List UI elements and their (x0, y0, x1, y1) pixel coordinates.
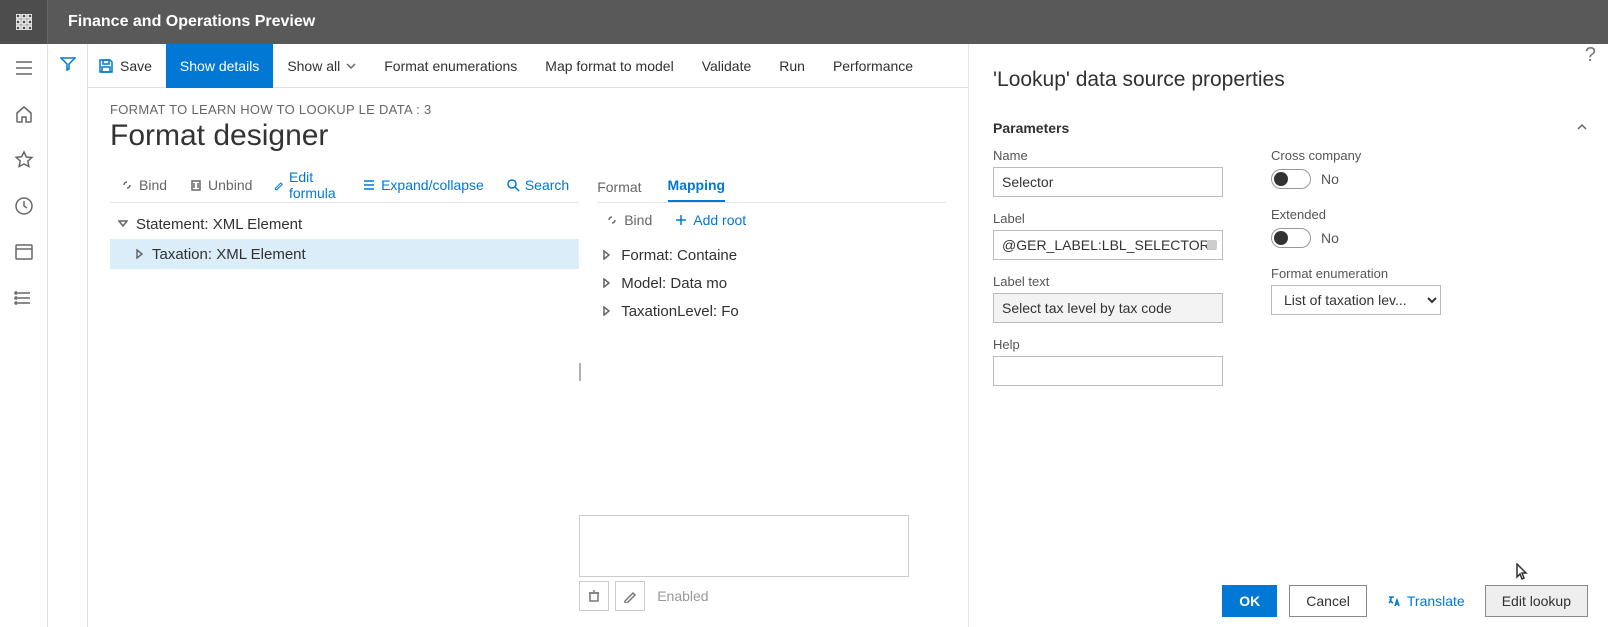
format-tree-pane: Bind Unbind Edit formula Expand/collapse… (110, 167, 579, 607)
cancel-button[interactable]: Cancel (1289, 585, 1367, 617)
edit-button[interactable] (615, 581, 645, 611)
list-item[interactable]: Format: Containe (597, 241, 946, 269)
chevron-up-icon[interactable] (1576, 120, 1588, 136)
filter-rail[interactable] (48, 44, 88, 627)
recent-icon[interactable] (14, 196, 34, 216)
filter-icon (60, 56, 76, 72)
splitter-handle[interactable] (579, 363, 583, 381)
breadcrumb: FORMAT TO LEARN HOW TO LOOKUP LE DATA : … (110, 102, 946, 117)
enabled-label: Enabled (657, 588, 708, 604)
tab-mapping[interactable]: Mapping (668, 177, 726, 202)
cross-company-toggle[interactable] (1271, 169, 1311, 189)
save-icon (98, 58, 114, 74)
nav-rail (0, 44, 48, 627)
run-button[interactable]: Run (765, 44, 819, 88)
save-label: Save (120, 58, 152, 74)
tree-root-node[interactable]: Statement: XML Element (110, 209, 579, 239)
ok-button[interactable]: OK (1222, 585, 1277, 617)
cross-company-field: Cross company No (1271, 148, 1441, 189)
panel-title: 'Lookup' data source properties (993, 68, 1588, 92)
mapping-pane: Format Mapping Bind Add root Format: Con… (579, 167, 946, 607)
section-parameters-header[interactable]: Parameters (993, 120, 1069, 136)
panel-footer: OK Cancel Translate Edit lookup (1222, 585, 1588, 617)
help-field: Help (993, 337, 1223, 386)
format-enumerations-button[interactable]: Format enumerations (370, 44, 531, 88)
name-input[interactable] (993, 167, 1223, 197)
label-input[interactable] (993, 230, 1223, 260)
twisty-open-icon (118, 219, 128, 229)
chevron-down-icon (346, 58, 356, 74)
performance-button[interactable]: Performance (819, 44, 927, 88)
workspaces-icon[interactable] (14, 242, 34, 262)
hamburger-icon[interactable] (14, 58, 34, 78)
help-input[interactable] (993, 356, 1223, 386)
label-text-field: Label text Select tax level by tax code (993, 274, 1223, 323)
name-field: Name (993, 148, 1223, 197)
list-item[interactable]: TaxationLevel: Fo (597, 297, 946, 325)
tab-format[interactable]: Format (597, 179, 641, 202)
format-enumeration-select[interactable]: List of taxation lev... (1271, 285, 1441, 315)
save-button[interactable]: Save (88, 44, 166, 88)
help-icon[interactable]: ? (1585, 44, 1596, 67)
list-item[interactable]: Model: Data mo (597, 269, 946, 297)
title-bar: Finance and Operations Preview (0, 0, 1608, 44)
format-tree: Statement: XML Element Taxation: XML Ele… (110, 209, 579, 269)
translate-button[interactable]: Translate (1379, 585, 1473, 617)
map-format-button[interactable]: Map format to model (531, 44, 687, 88)
twisty-closed-icon (134, 249, 144, 259)
bind-button[interactable]: Bind (110, 173, 177, 197)
details-box (579, 515, 909, 577)
show-details-button[interactable]: Show details (166, 44, 273, 88)
validate-button[interactable]: Validate (688, 44, 766, 88)
label-field: Label (993, 211, 1223, 260)
favorites-icon[interactable] (14, 150, 34, 170)
designer-tabs: Format Mapping (597, 167, 946, 203)
edit-lookup-button[interactable]: Edit lookup (1485, 585, 1588, 617)
info-indicator-icon (1207, 240, 1217, 250)
mapping-bind-button[interactable]: Bind (597, 210, 660, 230)
mapping-list: Format: Containe Model: Data mo Taxation… (597, 241, 946, 325)
edit-formula-button[interactable]: Edit formula (264, 165, 350, 205)
pencil-icon (623, 589, 637, 603)
home-icon[interactable] (14, 104, 34, 124)
extended-field: Extended No (1271, 207, 1441, 248)
label-text-readonly: Select tax level by tax code (993, 293, 1223, 323)
add-root-button[interactable]: Add root (666, 210, 754, 230)
trash-icon (587, 589, 601, 603)
unbind-button[interactable]: Unbind (179, 173, 262, 197)
designer-body: FORMAT TO LEARN HOW TO LOOKUP LE DATA : … (88, 88, 968, 627)
tree-child-node[interactable]: Taxation: XML Element (110, 239, 579, 269)
translate-icon (1387, 594, 1401, 608)
show-all-button[interactable]: Show all (273, 44, 370, 88)
cursor-icon (1515, 563, 1533, 581)
search-button[interactable]: Search (496, 173, 579, 197)
properties-panel: ? 'Lookup' data source properties Parame… (968, 44, 1608, 627)
command-bar: Save Show details Show all Format enumer… (88, 44, 968, 88)
expand-collapse-button[interactable]: Expand/collapse (352, 173, 494, 197)
app-title: Finance and Operations Preview (68, 13, 315, 31)
modules-icon[interactable] (14, 288, 34, 308)
page-title: Format designer (110, 119, 946, 153)
format-enumeration-field: Format enumeration List of taxation lev.… (1271, 266, 1441, 315)
delete-button[interactable] (579, 581, 609, 611)
app-launcher-icon[interactable] (0, 0, 48, 44)
extended-toggle[interactable] (1271, 228, 1311, 248)
